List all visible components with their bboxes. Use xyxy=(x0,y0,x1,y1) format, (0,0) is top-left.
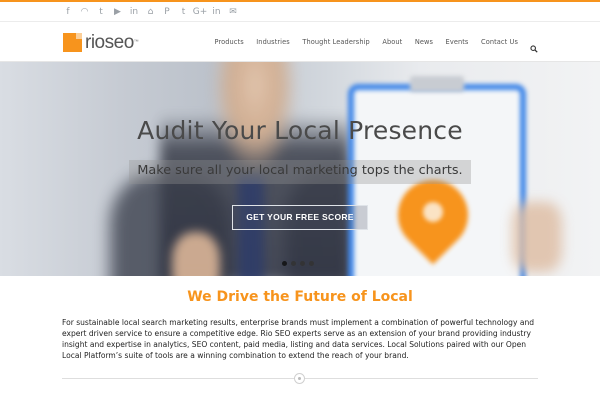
logo-rio: rio xyxy=(85,31,105,53)
main-nav: Products Industries Thought Leadership A… xyxy=(202,38,538,53)
divider-badge-icon xyxy=(294,373,305,384)
free-score-button[interactable]: GET YOUR FREE SCORE xyxy=(232,205,368,230)
logo-wordmark: rioseo™ xyxy=(85,31,139,53)
section-title: We Drive the Future of Local xyxy=(187,289,413,305)
slider-dot[interactable] xyxy=(282,261,287,266)
social-links: f ◠ t ▶ in ⌂ P t G+ in ✉ xyxy=(60,4,242,20)
slider-dot[interactable] xyxy=(291,261,296,266)
nav-events[interactable]: Events xyxy=(446,38,469,46)
google-plus-icon[interactable]: G+ xyxy=(192,4,208,20)
thumbs-up-image xyxy=(172,232,220,276)
tumblr-icon[interactable]: t xyxy=(176,4,192,20)
clipboard-clip-image xyxy=(410,76,464,92)
hero-slider: Audit Your Local Presence Make sure all … xyxy=(0,62,600,276)
nav-products[interactable]: Products xyxy=(214,38,243,46)
youtube-icon[interactable]: ▶ xyxy=(110,4,126,20)
hero-subtitle-band: Make sure all your local marketing tops … xyxy=(129,160,471,184)
intro-paragraph: For sustainable local search marketing r… xyxy=(62,318,535,360)
slider-dots xyxy=(282,261,314,266)
site-header: rioseo™ Products Industries Thought Lead… xyxy=(0,22,600,62)
nav-industries[interactable]: Industries xyxy=(256,38,290,46)
facebook-icon[interactable]: f xyxy=(60,4,76,20)
social-bar: f ◠ t ▶ in ⌂ P t G+ in ✉ xyxy=(0,0,600,22)
logo-square-icon xyxy=(63,32,82,52)
hand-image xyxy=(512,202,562,272)
twitter-icon[interactable]: t xyxy=(93,4,109,20)
slider-dot[interactable] xyxy=(309,261,314,266)
logo-seo: seo xyxy=(104,31,135,53)
hero-title: Audit Your Local Presence xyxy=(137,116,463,145)
rioseo-logo[interactable]: rioseo™ xyxy=(63,30,139,54)
map-pin-hole xyxy=(423,202,443,222)
search-icon[interactable] xyxy=(530,38,538,53)
hero-subtitle: Make sure all your local marketing tops … xyxy=(137,163,463,178)
nav-about[interactable]: About xyxy=(382,38,402,46)
nav-thought-leadership[interactable]: Thought Leadership xyxy=(302,38,370,46)
linkedin-box-icon[interactable]: in xyxy=(126,4,142,20)
linkedin-icon[interactable]: in xyxy=(209,4,225,20)
pinterest-icon[interactable]: P xyxy=(159,4,175,20)
email-icon[interactable]: ✉ xyxy=(225,4,241,20)
nav-contact-us[interactable]: Contact Us xyxy=(481,38,518,46)
digg-icon[interactable]: ⌂ xyxy=(143,4,159,20)
logo-trademark: ™ xyxy=(133,38,139,45)
nav-news[interactable]: News xyxy=(415,38,433,46)
slider-dot[interactable] xyxy=(300,261,305,266)
rss-icon[interactable]: ◠ xyxy=(77,4,93,20)
